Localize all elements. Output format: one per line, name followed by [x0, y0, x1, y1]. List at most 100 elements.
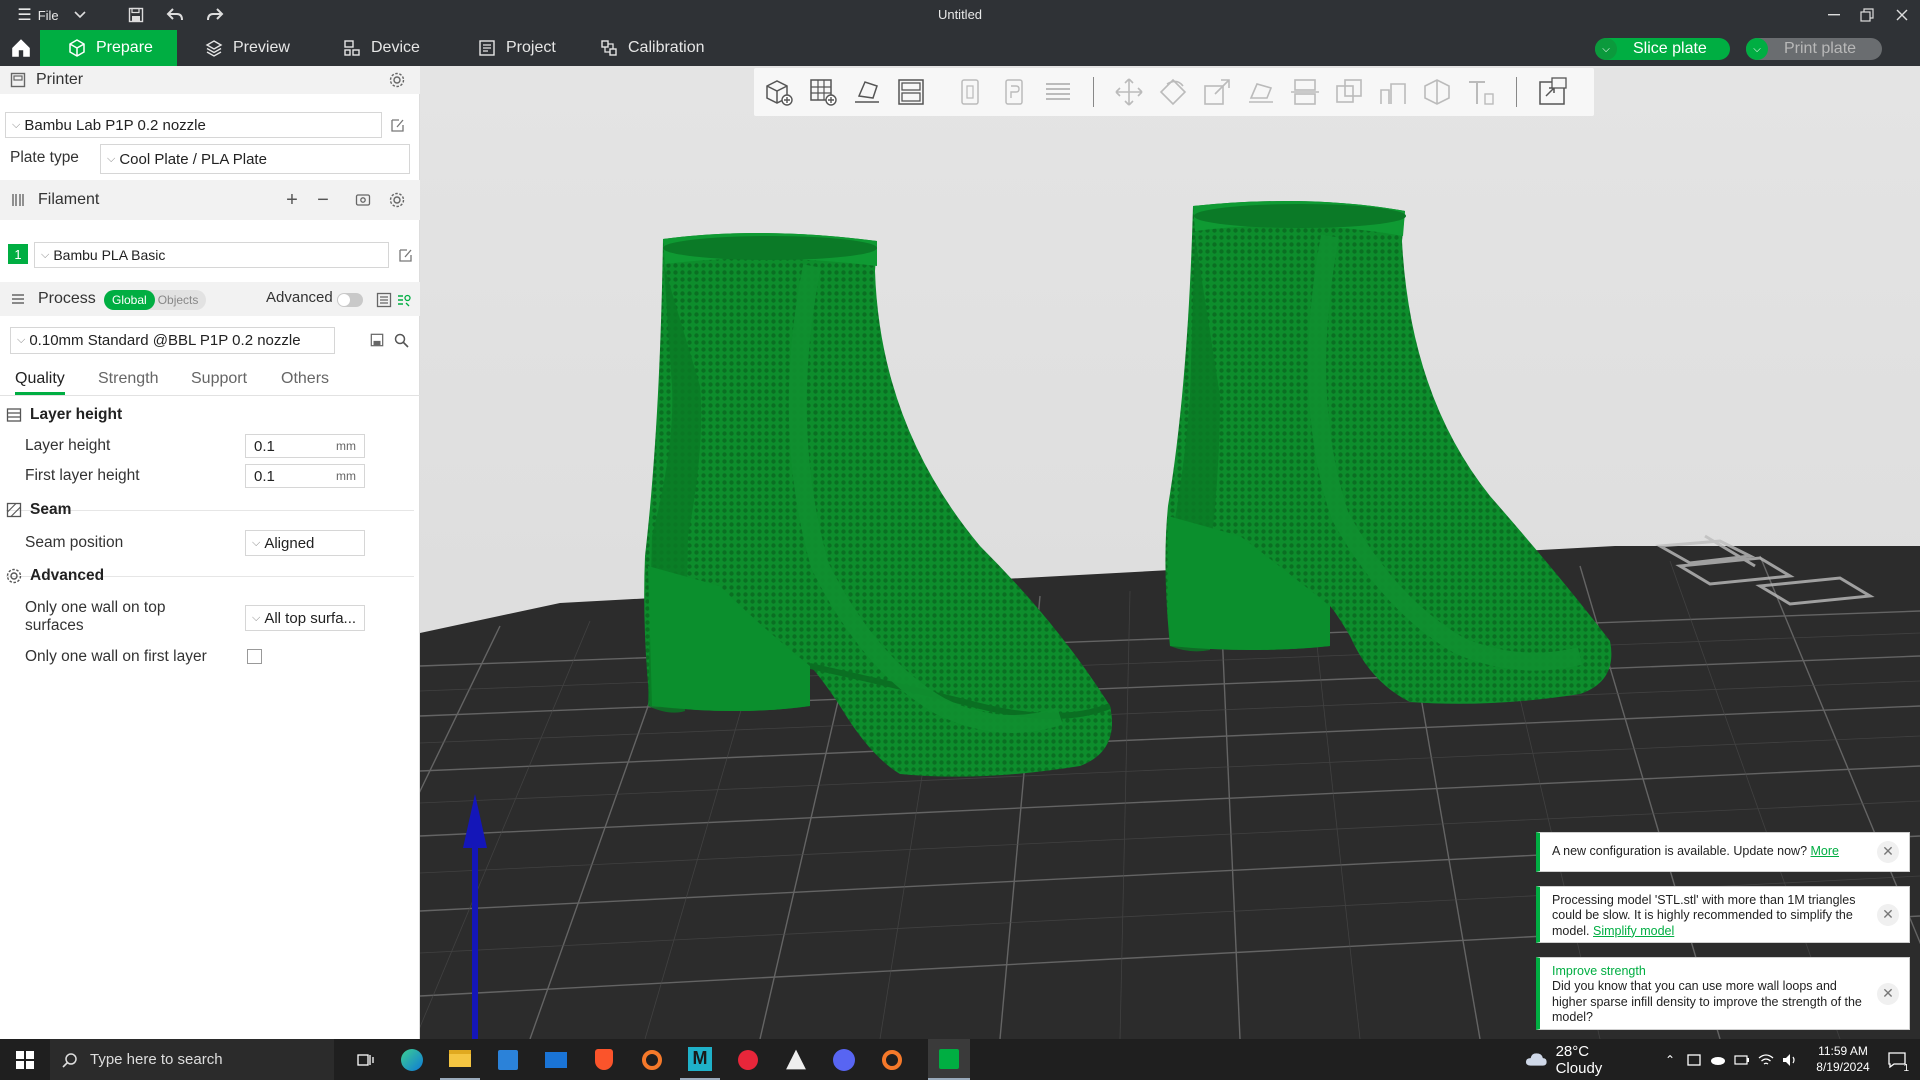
- search-settings-icon[interactable]: [392, 331, 410, 349]
- edit-printer-icon[interactable]: [388, 116, 406, 134]
- tab-prepare[interactable]: Prepare: [40, 30, 177, 66]
- variable-layer-icon[interactable]: [1039, 73, 1077, 111]
- action-center-icon[interactable]: 1: [1882, 1039, 1912, 1080]
- top-wall-select[interactable]: ⌵ All top surfa...: [245, 605, 365, 631]
- restore-icon[interactable]: [1857, 0, 1877, 30]
- global-objects-toggle[interactable]: Global Objects: [104, 290, 206, 310]
- process-compare-icon[interactable]: [395, 291, 413, 309]
- filament-settings-gear-icon[interactable]: [388, 191, 406, 209]
- first-layer-height-unit: mm: [336, 469, 356, 483]
- tab-project[interactable]: Project: [458, 30, 588, 66]
- split-parts-icon[interactable]: [995, 73, 1033, 111]
- printer-settings-gear-icon[interactable]: [388, 71, 406, 89]
- tab-calibration[interactable]: Calibration: [580, 30, 730, 66]
- filament-sync-icon[interactable]: [354, 191, 372, 209]
- move-icon[interactable]: [1110, 73, 1148, 111]
- app-red-icon[interactable]: [728, 1039, 768, 1080]
- close-icon[interactable]: ✕: [1877, 903, 1899, 926]
- notification-more-link[interactable]: More: [1811, 844, 1839, 858]
- add-filament-icon[interactable]: +: [282, 189, 302, 211]
- print-plate-button[interactable]: ⌵ Print plate: [1746, 38, 1882, 60]
- slice-plate-button[interactable]: ⌵ Slice plate: [1595, 38, 1730, 60]
- close-window-icon[interactable]: [1892, 0, 1912, 30]
- tab-strength[interactable]: Strength: [98, 370, 158, 388]
- seam-paint-icon[interactable]: [1418, 73, 1456, 111]
- text-shape-icon[interactable]: [1462, 73, 1500, 111]
- seam-position-select[interactable]: ⌵ Aligned: [245, 530, 365, 556]
- edge-browser-icon[interactable]: [392, 1039, 432, 1080]
- layer-height-value: 0.1: [254, 437, 275, 455]
- print-dropdown-icon[interactable]: ⌵: [1746, 38, 1768, 60]
- assembly-view-icon[interactable]: [1533, 73, 1571, 111]
- top-wall-value: All top surfa...: [264, 609, 357, 627]
- redo-icon[interactable]: [203, 0, 227, 30]
- wifi-icon[interactable]: [1756, 1039, 1776, 1080]
- filament-slot-badge[interactable]: 1: [8, 244, 28, 264]
- home-button[interactable]: [0, 30, 40, 66]
- tab-quality[interactable]: Quality: [15, 370, 65, 395]
- filament-section-header: Filament + −: [0, 180, 420, 220]
- blender-alt-icon[interactable]: [872, 1039, 912, 1080]
- task-view-icon[interactable]: [346, 1039, 386, 1080]
- clock[interactable]: 11:59 AM 8/19/2024: [1808, 1043, 1878, 1075]
- process-list-icon[interactable]: [375, 291, 393, 309]
- scale-icon[interactable]: [1198, 73, 1236, 111]
- file-explorer-icon[interactable]: [440, 1039, 480, 1080]
- minimize-icon[interactable]: [1824, 0, 1844, 30]
- top-wall-label-line1: Only one wall on top: [25, 599, 166, 616]
- filament-select[interactable]: ⌵ Bambu PLA Basic: [34, 242, 389, 268]
- weather-widget[interactable]: 28°C Cloudy: [1525, 1039, 1635, 1080]
- tab-device[interactable]: Device: [323, 30, 443, 66]
- taskbar-search-box[interactable]: Type here to search: [50, 1039, 334, 1080]
- close-icon[interactable]: ✕: [1877, 841, 1899, 863]
- bambu-studio-taskbar-icon[interactable]: [928, 1039, 970, 1080]
- save-icon[interactable]: [124, 0, 148, 30]
- edit-filament-icon[interactable]: [396, 246, 414, 264]
- first-layer-wall-checkbox[interactable]: [247, 649, 262, 664]
- first-layer-height-input[interactable]: 0.1 mm: [245, 464, 365, 488]
- windows-start-icon[interactable]: [8, 1039, 42, 1080]
- toggle-global[interactable]: Global: [104, 290, 155, 310]
- battery-icon[interactable]: [1732, 1039, 1752, 1080]
- arrange-icon[interactable]: [892, 73, 930, 111]
- tab-support[interactable]: Support: [191, 370, 247, 388]
- layer-height-input[interactable]: 0.1 mm: [245, 434, 365, 458]
- volume-icon[interactable]: [1780, 1039, 1800, 1080]
- printer-select[interactable]: ⌵ Bambu Lab P1P 0.2 nozzle: [5, 112, 382, 138]
- remove-filament-icon[interactable]: −: [313, 189, 333, 211]
- discord-icon[interactable]: [824, 1039, 864, 1080]
- boolean-icon[interactable]: [1330, 73, 1368, 111]
- seam-position-label: Seam position: [25, 534, 124, 551]
- slice-dropdown-icon[interactable]: ⌵: [1595, 38, 1617, 60]
- close-icon[interactable]: ✕: [1877, 982, 1899, 1005]
- undo-icon[interactable]: [163, 0, 187, 30]
- blender-icon[interactable]: [632, 1039, 672, 1080]
- file-menu-chevron-icon[interactable]: [70, 0, 90, 30]
- add-object-icon[interactable]: [760, 73, 798, 111]
- support-paint-icon[interactable]: [1374, 73, 1412, 111]
- tab-preview[interactable]: Preview: [185, 30, 305, 66]
- lay-on-face-icon[interactable]: [1242, 73, 1280, 111]
- split-objects-icon[interactable]: [951, 73, 989, 111]
- meshmixer-icon[interactable]: M: [680, 1039, 720, 1080]
- add-plate-icon[interactable]: [804, 73, 842, 111]
- advanced-toggle-switch[interactable]: [337, 293, 363, 307]
- auto-orient-icon[interactable]: [848, 73, 886, 111]
- save-preset-icon[interactable]: [368, 331, 386, 349]
- tab-others[interactable]: Others: [281, 370, 329, 388]
- toggle-objects[interactable]: Objects: [155, 293, 199, 307]
- plate-type-select[interactable]: ⌵ Cool Plate / PLA Plate: [100, 144, 410, 174]
- cut-icon[interactable]: [1286, 73, 1324, 111]
- filament-title: Filament: [38, 191, 100, 208]
- process-preset-select[interactable]: ⌵ 0.10mm Standard @BBL P1P 0.2 nozzle: [10, 327, 335, 354]
- rotate-icon[interactable]: [1154, 73, 1192, 111]
- file-menu[interactable]: ☰ File: [8, 0, 68, 30]
- notification-simplify-link[interactable]: Simplify model: [1593, 924, 1674, 938]
- onedrive-icon[interactable]: [1708, 1039, 1728, 1080]
- app-pyramid-icon[interactable]: [776, 1039, 816, 1080]
- microsoft-store-icon[interactable]: [488, 1039, 528, 1080]
- mail-icon[interactable]: [536, 1039, 576, 1080]
- meet-now-icon[interactable]: [1685, 1039, 1703, 1080]
- brave-browser-icon[interactable]: [584, 1039, 624, 1080]
- chevron-up-icon[interactable]: ⌃: [1660, 1039, 1680, 1080]
